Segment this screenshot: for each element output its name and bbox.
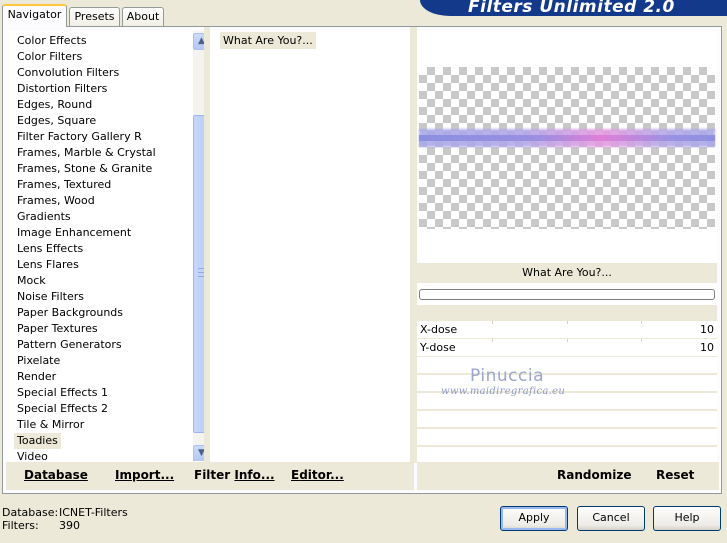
category-item[interactable]: Color Filters: [14, 49, 85, 65]
database-button[interactable]: Database: [24, 468, 88, 482]
category-item[interactable]: Filter Factory Gallery R: [14, 129, 145, 145]
slider-ticks: [492, 339, 642, 342]
param-slot-empty: [417, 447, 717, 461]
category-item[interactable]: Special Effects 1: [14, 385, 111, 401]
category-item[interactable]: Video: [14, 449, 51, 461]
filters-count-label: Filters:: [2, 519, 39, 532]
param-slider-y-dose[interactable]: Y-dose 10: [417, 339, 717, 357]
param-slot-empty: [417, 357, 717, 375]
filter-item-what-are-you[interactable]: What Are You?...: [220, 32, 316, 49]
selected-filter-title: What Are You?...: [417, 263, 717, 283]
navigator-actions: Database Import... Filter Info... Editor…: [6, 462, 414, 490]
preview-area: [417, 31, 717, 263]
help-button[interactable]: Help: [653, 506, 721, 531]
category-item[interactable]: Convolution Filters: [14, 65, 122, 81]
param-slot-empty: [417, 411, 717, 429]
category-item[interactable]: Edges, Round: [14, 97, 95, 113]
preview-actions: Randomize Reset: [417, 462, 719, 490]
watermark-name: Pinuccia: [470, 366, 544, 386]
category-item[interactable]: Paper Backgrounds: [14, 305, 126, 321]
category-item[interactable]: Paper Textures: [14, 321, 101, 337]
category-item[interactable]: Image Enhancement: [14, 225, 134, 241]
category-list[interactable]: Color Effects Color Filters Convolution Fi…: [9, 31, 207, 461]
navigator-panel: Color Effects Color Filters Convolution Fi…: [2, 26, 722, 494]
filters-count-info: Filters: 390: [2, 519, 80, 532]
database-info-value: ICNET-Filters: [59, 506, 128, 519]
category-item[interactable]: Color Effects: [14, 33, 90, 49]
category-item[interactable]: Lens Effects: [14, 241, 86, 257]
category-item[interactable]: Edges, Square: [14, 113, 99, 129]
preview-glow-core: [419, 135, 715, 141]
category-item[interactable]: Frames, Stone & Granite: [14, 161, 155, 177]
app-title: Filters Unlimited 2.0: [468, 0, 675, 16]
category-item[interactable]: Frames, Wood: [14, 193, 98, 209]
category-item[interactable]: Gradients: [14, 209, 74, 225]
param-value: 10: [700, 341, 714, 354]
category-item[interactable]: Pixelate: [14, 353, 63, 369]
param-slot-empty: [417, 429, 717, 447]
filter-list[interactable]: What Are You?...: [210, 31, 410, 461]
category-item[interactable]: Noise Filters: [14, 289, 87, 305]
category-item[interactable]: Toadies: [14, 433, 61, 449]
preview-image: [419, 67, 715, 229]
category-item[interactable]: Tile & Mirror: [14, 417, 87, 433]
param-label: X-dose: [420, 323, 458, 336]
spacer: [417, 305, 717, 321]
cancel-button[interactable]: Cancel: [577, 506, 645, 531]
filters-count-value: 390: [59, 519, 80, 532]
param-value: 10: [700, 323, 714, 336]
tab-navigator[interactable]: Navigator: [2, 4, 67, 27]
category-item[interactable]: Lens Flares: [14, 257, 82, 273]
apply-button[interactable]: Apply: [500, 506, 568, 531]
reset-button[interactable]: Reset: [656, 468, 694, 482]
tab-presets[interactable]: Presets: [69, 7, 120, 26]
param-slider-x-dose[interactable]: X-dose 10: [417, 321, 717, 339]
category-item[interactable]: Render: [14, 369, 59, 385]
tab-about[interactable]: About: [122, 7, 164, 26]
category-item[interactable]: Mock: [14, 273, 49, 289]
progress-bar: [419, 289, 715, 300]
category-item[interactable]: Special Effects 2: [14, 401, 111, 417]
param-label: Y-dose: [420, 341, 456, 354]
filter-info-button[interactable]: Filter Info...: [194, 468, 275, 482]
category-item[interactable]: Frames, Marble & Crystal: [14, 145, 159, 161]
app-banner: Filters Unlimited 2.0: [420, 0, 727, 16]
database-info-label: Database:: [2, 506, 59, 519]
category-item[interactable]: Frames, Textured: [14, 177, 114, 193]
randomize-button[interactable]: Randomize: [557, 468, 631, 482]
watermark-site: www.maidiregrafica.eu: [441, 386, 566, 397]
category-item[interactable]: Pattern Generators: [14, 337, 125, 353]
editor-button[interactable]: Editor...: [291, 468, 344, 482]
import-button[interactable]: Import...: [115, 468, 174, 482]
slider-ticks: [492, 321, 642, 324]
divider: [410, 27, 417, 463]
database-info: Database:ICNET-Filters: [2, 506, 128, 519]
category-item[interactable]: Distortion Filters: [14, 81, 110, 97]
